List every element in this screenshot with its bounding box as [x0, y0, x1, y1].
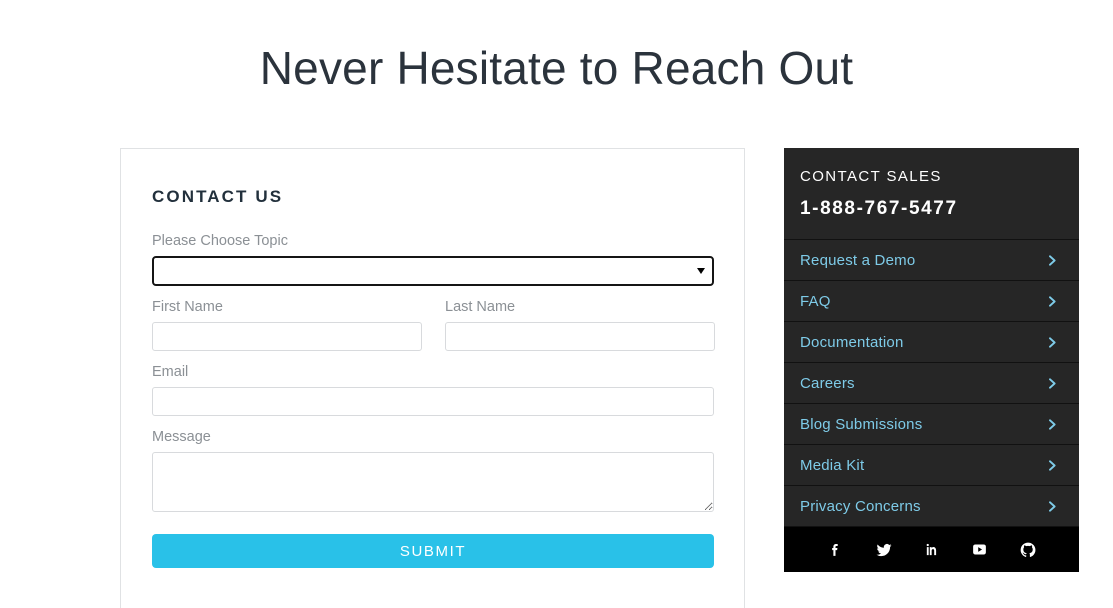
first-name-input[interactable] [152, 322, 422, 351]
sidebar-item-careers[interactable]: Careers [784, 363, 1079, 404]
submit-button[interactable]: SUBMIT [152, 534, 714, 568]
linkedin-icon[interactable] [922, 540, 942, 560]
sidebar-item-label: Request a Demo [800, 251, 916, 269]
page-title: Never Hesitate to Reach Out [259, 41, 854, 94]
sidebar-item-label: Media Kit [800, 456, 865, 474]
sidebar-item-label: Privacy Concerns [800, 497, 921, 515]
topic-select[interactable] [152, 256, 714, 286]
email-input[interactable] [152, 387, 714, 416]
name-row: First Name Last Name [152, 298, 715, 351]
message-field-group: Message [152, 428, 714, 512]
chevron-right-icon [1047, 295, 1058, 307]
contact-form-card: CONTACT US Please Choose Topic First Nam… [120, 148, 745, 608]
message-label: Message [152, 429, 211, 445]
sidebar-item-label: FAQ [800, 292, 831, 310]
sidebar-item-media-kit[interactable]: Media Kit [784, 445, 1079, 486]
contact-sales-phone: 1-888-767-5477 [800, 198, 958, 219]
email-label: Email [152, 364, 189, 380]
sidebar-item-documentation[interactable]: Documentation [784, 322, 1079, 363]
message-textarea[interactable] [152, 452, 714, 512]
contact-form-heading: CONTACT US [152, 187, 284, 206]
sidebar-item-blog-submissions[interactable]: Blog Submissions [784, 404, 1079, 445]
chevron-right-icon [1047, 459, 1058, 471]
twitter-icon[interactable] [874, 540, 894, 560]
sidebar-item-privacy-concerns[interactable]: Privacy Concerns [784, 486, 1079, 527]
last-name-input[interactable] [445, 322, 715, 351]
first-name-label: First Name [152, 299, 223, 315]
chevron-right-icon [1047, 377, 1058, 389]
email-field-group: Email [152, 363, 714, 416]
contact-sales-label: CONTACT SALES [800, 168, 942, 185]
chevron-right-icon [1047, 500, 1058, 512]
github-icon[interactable] [1018, 540, 1038, 560]
contact-sales-header: CONTACT SALES 1-888-767-5477 [784, 148, 1079, 240]
topic-field-group: Please Choose Topic [152, 232, 714, 286]
sidebar-item-label: Documentation [800, 333, 904, 351]
contact-sales-sidebar: CONTACT SALES 1-888-767-5477 Request a D… [784, 148, 1079, 572]
last-name-label: Last Name [445, 299, 516, 315]
youtube-icon[interactable] [970, 540, 990, 560]
last-name-field-group: Last Name [445, 298, 715, 351]
topic-select-wrap [152, 256, 714, 286]
chevron-right-icon [1047, 336, 1058, 348]
sidebar-item-label: Blog Submissions [800, 415, 923, 433]
sidebar-item-faq[interactable]: FAQ [784, 281, 1079, 322]
chevron-right-icon [1047, 254, 1058, 266]
contact-form: CONTACT US Please Choose Topic First Nam… [121, 149, 744, 568]
social-links-bar [784, 527, 1079, 572]
facebook-icon[interactable] [826, 540, 846, 560]
sidebar-item-label: Careers [800, 374, 855, 392]
first-name-field-group: First Name [152, 298, 422, 351]
sidebar-item-request-a-demo[interactable]: Request a Demo [784, 240, 1079, 281]
chevron-right-icon [1047, 418, 1058, 430]
topic-label: Please Choose Topic [152, 233, 288, 249]
